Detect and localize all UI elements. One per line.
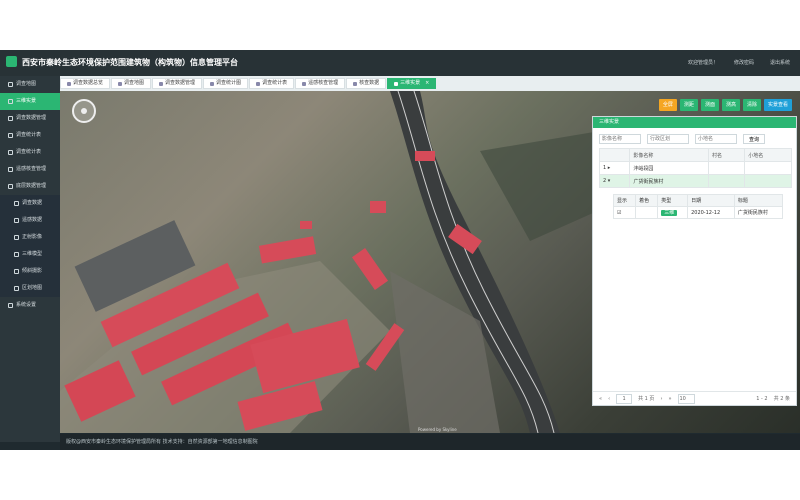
fullscreen-button[interactable]: 全屏 — [658, 99, 677, 111]
app-logo-icon — [6, 56, 17, 67]
3d-scene-panel: 三维实景 查询 影像名称 村名 小地名 1 ▸ 沣峪段园 — [592, 116, 797, 406]
sidebar: 调查地图 三维实景 调查数据管理 调查统计表 调查统计表 遥感核查管理 底层数据… — [0, 76, 60, 442]
image-icon — [14, 235, 19, 240]
col-village: 村名 — [708, 148, 746, 162]
search-row: 查询 — [593, 128, 796, 148]
tab-3d-scene[interactable]: 三维实景 × — [387, 78, 437, 89]
col-index — [598, 148, 631, 162]
measure-height-button[interactable]: 测高 — [721, 99, 740, 111]
sidebar-item-oblique[interactable]: 倾斜摄影 — [0, 263, 60, 280]
next-page-icon[interactable]: › — [660, 396, 662, 402]
header-actions: 欢迎管理员！ 修改密码 退出系统 — [688, 59, 790, 66]
measure-distance-button[interactable]: 测距 — [679, 99, 698, 111]
page-size-select[interactable]: 10 — [677, 393, 695, 404]
last-page-icon[interactable]: » — [668, 396, 671, 402]
map-toolbar: 全屏 测距 测面 测高 清除 实景查看 — [658, 99, 792, 111]
col-image-name: 影像名称 — [629, 148, 710, 162]
table-row[interactable]: 1 ▸ 沣峪段园 — [598, 161, 792, 175]
app-window: 西安市秦岭生态环境保护范围建筑物（构筑物）信息管理平台 欢迎管理员！ 修改密码 … — [0, 50, 800, 450]
map-icon — [14, 286, 19, 291]
expand-icon[interactable]: ▸ — [608, 165, 611, 171]
sidebar-item-3d-scene[interactable]: 三维实景 — [0, 93, 60, 110]
compass-navigation-icon[interactable] — [72, 99, 96, 123]
tab-survey-map[interactable]: 调查地图 — [111, 78, 152, 89]
chart-icon — [8, 133, 13, 138]
tab-remote-check[interactable]: 遥感核查管理 — [295, 78, 346, 89]
sidebar-item-remote-check[interactable]: 遥感核查管理 — [0, 161, 60, 178]
sidebar-item-settings[interactable]: 系统设置 — [0, 297, 60, 314]
layers-icon — [8, 184, 13, 189]
map-icon — [8, 82, 13, 87]
record-range: 1 - 2 — [756, 395, 768, 402]
place-name-input[interactable] — [695, 134, 737, 144]
tab-bar: 调查数据总览 调查地图 调查数据管理 调查统计图 调查统计表 遥感核查管理 核查… — [60, 76, 800, 91]
page-input[interactable]: 1 — [616, 393, 633, 404]
sidebar-item-stat-table[interactable]: 调查统计表 — [0, 144, 60, 161]
image-icon — [14, 218, 19, 223]
database-icon — [8, 116, 13, 121]
welcome-text: 欢迎管理员！ — [687, 60, 718, 66]
cube-icon — [14, 252, 19, 257]
3d-map-view[interactable]: 全屏 测距 测面 测高 清除 实景查看 三维实景 查询 影像名称 村名 小地名 — [60, 91, 800, 433]
scene-view-button[interactable]: 实景查看 — [763, 99, 792, 111]
sidebar-item-survey-sub[interactable]: 调查数据 — [0, 195, 60, 212]
tab-stat-table[interactable]: 调查统计表 — [249, 78, 295, 89]
table-icon — [8, 150, 13, 155]
collapse-icon[interactable]: ▾ — [608, 178, 611, 184]
total-pages: 共 1 页 — [638, 396, 655, 402]
change-password-link[interactable]: 修改密码 — [734, 59, 754, 66]
tab-icon — [256, 81, 261, 86]
sub-table-wrap: 显示 着色 类型 日期 标题 ☑ 三维 2020-12-12 广货街民族村 — [612, 194, 784, 219]
header: 西安市秦岭生态环境保护范围建筑物（构筑物）信息管理平台 欢迎管理员！ 修改密码 … — [0, 50, 800, 76]
prev-page-icon[interactable]: ‹ — [608, 396, 610, 402]
tab-survey-data[interactable]: 调查数据管理 — [152, 78, 203, 89]
tab-icon — [67, 81, 71, 86]
list-item: ☑ 三维 2020-12-12 广货街民族村 — [612, 206, 784, 219]
show-checkbox[interactable]: ☑ — [617, 210, 621, 216]
footer: 版权@西安市秦岭生态环境保护管理局所有 技术支持：自然资源部第一地理信息制图院 — [60, 434, 800, 450]
map-watermark: Powered by Skyline — [418, 427, 457, 432]
tab-icon — [118, 81, 123, 86]
first-page-icon[interactable]: « — [599, 396, 602, 402]
type-badge: 三维 — [661, 210, 678, 216]
send-icon — [8, 167, 13, 172]
camera-icon — [14, 269, 19, 274]
tab-check-data[interactable]: 核查数据 — [346, 78, 387, 89]
tab-icon — [394, 81, 399, 86]
pagination: « ‹ 1 共 1 页 › » 10 1 - 2 共 2 条 — [593, 391, 796, 405]
sidebar-item-3d-model[interactable]: 三维模型 — [0, 246, 60, 263]
col-place: 小地名 — [744, 148, 792, 162]
tab-icon — [159, 81, 164, 86]
sidebar-item-base-data[interactable]: 底层数据管理 — [0, 178, 60, 195]
tab-icon — [210, 81, 215, 86]
sidebar-item-zoning-map[interactable]: 区划地图 — [0, 280, 60, 297]
sidebar-item-survey-map[interactable]: 调查地图 — [0, 76, 60, 93]
search-button[interactable]: 查询 — [743, 134, 766, 144]
logout-link[interactable]: 退出系统 — [770, 59, 790, 66]
panel-title: 三维实景 — [593, 117, 796, 128]
table-row[interactable]: 2 ▾ 广货街民族村 — [598, 174, 792, 188]
image-name-input[interactable] — [599, 134, 641, 144]
cube-icon — [8, 99, 13, 104]
gear-icon — [8, 303, 13, 308]
sidebar-item-stat-chart[interactable]: 调查统计表 — [0, 127, 60, 144]
layer-sub-table: 显示 着色 类型 日期 标题 ☑ 三维 2020-12-12 广货街民族村 — [612, 194, 784, 219]
tab-stat-chart[interactable]: 调查统计图 — [203, 78, 249, 89]
tab-icon — [353, 81, 358, 86]
clear-button[interactable]: 清除 — [742, 99, 761, 111]
measure-area-button[interactable]: 测面 — [700, 99, 719, 111]
sidebar-item-remote-sub[interactable]: 遥感数据 — [0, 212, 60, 229]
sidebar-item-survey-data[interactable]: 调查数据管理 — [0, 110, 60, 127]
record-total: 共 2 条 — [773, 396, 790, 402]
file-icon — [14, 201, 19, 206]
image-table: 影像名称 村名 小地名 1 ▸ 沣峪段园 2 ▾ 广货街民族村 — [598, 148, 792, 188]
sidebar-item-ortho[interactable]: 正射影像 — [0, 229, 60, 246]
tab-icon — [302, 81, 307, 86]
tab-survey-overview[interactable]: 调查数据总览 — [60, 78, 111, 89]
district-input[interactable] — [647, 134, 689, 144]
page-title: 西安市秦岭生态环境保护范围建筑物（构筑物）信息管理平台 — [22, 58, 238, 67]
close-icon[interactable]: × — [425, 78, 429, 89]
